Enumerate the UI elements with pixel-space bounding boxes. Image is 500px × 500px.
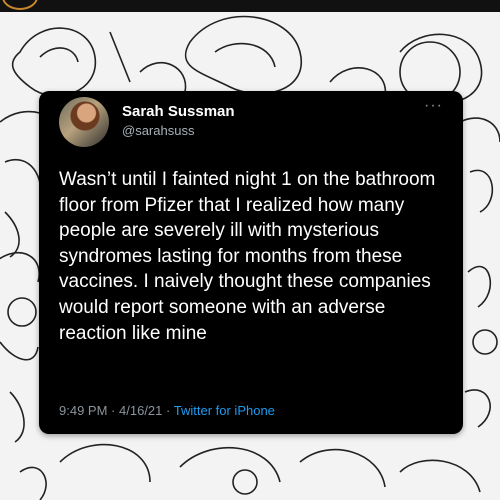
author-avatar[interactable] [59,97,109,147]
author-name[interactable]: Sarah Sussman [122,103,235,120]
tweet-meta: 9:49 PM · 4/16/21 · Twitter for iPhone [59,403,275,418]
meta-separator: · [111,403,116,418]
flower-bottom [19,443,481,500]
tweet-time: 9:49 PM [59,403,108,418]
flower-left [0,211,40,443]
flower-top-center [109,15,303,95]
tweet-date: 4/16/21 [119,403,163,418]
flower-right [464,169,498,428]
tweet-source-link[interactable]: Twitter for iPhone [174,403,275,418]
tweet-text: Wasn’t until I fainted night 1 on the ba… [59,169,436,344]
author-handle[interactable]: @sarahsuss [122,123,194,138]
tweet-card[interactable]: Sarah Sussman @sarahsuss ··· Wasn’t unti… [39,91,463,434]
top-bar [0,0,500,12]
more-options-icon[interactable]: ··· [424,97,443,115]
meta-separator-2: · [166,403,171,418]
